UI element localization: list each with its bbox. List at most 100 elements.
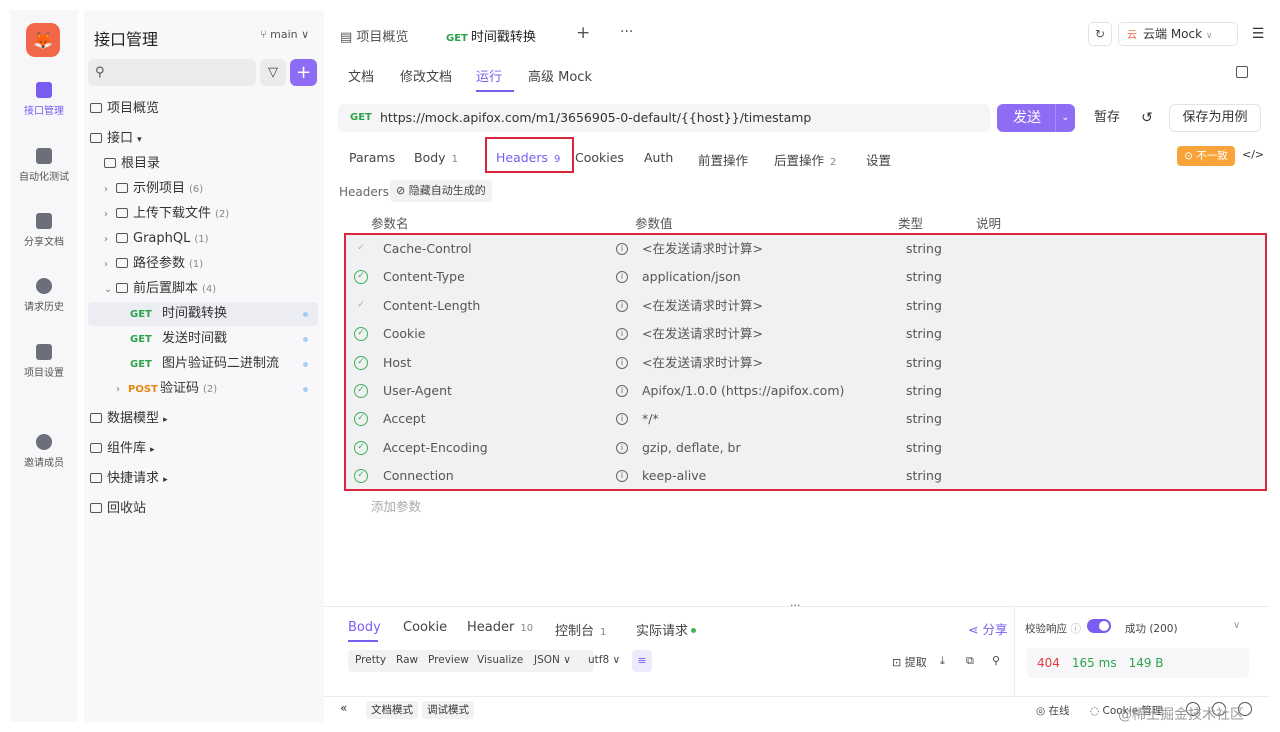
caret-icon: ▸ bbox=[163, 415, 168, 425]
tree-folder-open[interactable]: ⌄ 前后置脚本 (4) bbox=[104, 277, 340, 301]
tab-overview[interactable]: ▤ 项目概览 bbox=[340, 26, 408, 45]
branch-selector[interactable]: ⑂ main ∨ bbox=[260, 28, 309, 41]
response-tab-actual-request[interactable]: 实际请求 bbox=[636, 620, 697, 639]
subtab-run[interactable]: 运行 bbox=[476, 66, 502, 85]
rail-invite-members[interactable]: 邀请成员 bbox=[10, 434, 78, 469]
chevron-right-icon: › bbox=[116, 384, 120, 395]
tree-label: GraphQL bbox=[133, 231, 191, 246]
tab-auth[interactable]: Auth bbox=[644, 150, 673, 165]
rail-api-management[interactable]: 接口管理 bbox=[10, 82, 78, 117]
tree-api-root[interactable]: 接口 ▾ bbox=[90, 127, 326, 151]
search-input[interactable]: ⚲ bbox=[88, 59, 256, 86]
tree-folder[interactable]: › GraphQL (1) bbox=[104, 227, 340, 251]
tree-folder[interactable]: › 路径参数 (1) bbox=[104, 252, 340, 276]
tab-active-endpoint[interactable]: GET 时间戳转换 bbox=[446, 26, 536, 45]
rail-project-settings[interactable]: 项目设置 bbox=[10, 344, 78, 379]
tab-params[interactable]: Params bbox=[349, 150, 395, 165]
rail-automation-test[interactable]: 自动化测试 bbox=[10, 148, 78, 183]
tree-trash[interactable]: 回收站 bbox=[90, 497, 326, 521]
method-badge: GET bbox=[446, 33, 468, 44]
tree-post-folder[interactable]: › POST 验证码 (2) bbox=[88, 377, 318, 401]
copy-icon[interactable]: ⧉ bbox=[966, 654, 974, 668]
tab-pre-processors[interactable]: 前置操作 bbox=[698, 150, 748, 169]
folder-icon bbox=[116, 233, 128, 243]
environment-select[interactable]: 云云端 Mock ∨ bbox=[1118, 22, 1238, 46]
tree-data-models[interactable]: 数据模型 ▸ bbox=[90, 407, 326, 431]
filter-button[interactable]: ▽ bbox=[260, 59, 286, 86]
collapse-sidebar-icon[interactable]: « bbox=[340, 701, 347, 715]
response-tab-cookie[interactable]: Cookie bbox=[403, 620, 447, 635]
panel-toggle-icon[interactable] bbox=[1236, 66, 1248, 78]
main-panel: ▤ 项目概览 GET 时间戳转换 + ··· ↻ 云云端 Mock ∨ ☰ 文档 … bbox=[324, 10, 1270, 722]
response-time: 165 ms bbox=[1071, 656, 1117, 670]
chevron-down-icon[interactable]: ∨ bbox=[1233, 620, 1240, 631]
save-as-case-button[interactable]: 保存为用例 bbox=[1169, 104, 1261, 132]
subtab-doc[interactable]: 文档 bbox=[348, 66, 374, 85]
format-raw[interactable]: Raw bbox=[396, 654, 418, 666]
status-dot bbox=[303, 312, 308, 317]
tab-cookies[interactable]: Cookies bbox=[575, 150, 624, 165]
tree-endpoint-selected[interactable]: GET 时间戳转换 bbox=[88, 302, 318, 326]
wrap-lines-icon[interactable]: ≡ bbox=[632, 650, 652, 672]
add-button[interactable]: + bbox=[290, 59, 317, 86]
online-icon: ◎ bbox=[1036, 705, 1049, 717]
tree-endpoint[interactable]: GET 图片验证码二进制流 bbox=[88, 352, 318, 376]
status-label: 在线 bbox=[1048, 705, 1070, 717]
hide-auto-generated-button[interactable]: ⊘ 隐藏自动生成的 bbox=[390, 180, 492, 202]
add-param-input[interactable]: 添加参数 bbox=[371, 496, 421, 515]
rail-share-docs[interactable]: 分享文档 bbox=[10, 213, 78, 248]
code-icon[interactable]: </> bbox=[1242, 148, 1264, 161]
more-tabs-icon[interactable]: ··· bbox=[620, 24, 633, 40]
tab-post-processors[interactable]: 后置操作 2 bbox=[774, 150, 836, 169]
tree-root-dir[interactable]: 根目录 bbox=[104, 152, 340, 176]
refresh-button[interactable]: ↻ bbox=[1088, 22, 1112, 46]
extract-button[interactable]: ⊡ 提取 bbox=[892, 654, 927, 670]
cloud-icon: 云 bbox=[1127, 30, 1137, 41]
tab-body[interactable]: Body 1 bbox=[414, 150, 458, 165]
share-button[interactable]: ⋖ 分享 bbox=[968, 619, 1007, 638]
drag-handle-icon[interactable]: ··· bbox=[790, 599, 801, 612]
rail-request-history[interactable]: 请求历史 bbox=[10, 278, 78, 313]
tab-label: 控制台 bbox=[555, 624, 595, 639]
response-tab-header[interactable]: Header 10 bbox=[467, 620, 533, 635]
format-preview[interactable]: Preview bbox=[428, 654, 469, 666]
tree-overview[interactable]: 项目概览 bbox=[90, 97, 326, 121]
tree-count: (2) bbox=[215, 209, 230, 220]
validate-response-toggle[interactable] bbox=[1087, 619, 1111, 633]
response-stats: 404 165 ms 149 B bbox=[1027, 648, 1249, 678]
subtab-edit-doc[interactable]: 修改文档 bbox=[400, 66, 452, 85]
response-tab-body[interactable]: Body bbox=[348, 620, 381, 635]
tree-endpoint[interactable]: GET 发送时间戳 bbox=[88, 327, 318, 351]
online-status[interactable]: ◎ 在线 bbox=[1036, 703, 1070, 718]
format-pretty[interactable]: Pretty bbox=[355, 654, 386, 666]
save-draft-button[interactable]: 暂存 bbox=[1084, 104, 1130, 132]
tree-components[interactable]: 组件库 ▸ bbox=[90, 437, 326, 461]
plus-icon: + bbox=[295, 62, 312, 83]
tree-count: (4) bbox=[202, 284, 217, 295]
app-logo[interactable]: 🦊 bbox=[26, 23, 60, 57]
tab-count: 1 bbox=[600, 627, 607, 638]
encoding-select[interactable]: utf8 ∨ bbox=[588, 654, 620, 666]
subtab-advanced-mock[interactable]: 高级 Mock bbox=[528, 66, 592, 85]
chevron-down-icon[interactable]: ⌄ bbox=[1055, 104, 1075, 132]
response-tab-console[interactable]: 控制台 1 bbox=[555, 620, 606, 639]
reset-icon[interactable]: ↺ bbox=[1136, 104, 1158, 132]
url-input[interactable]: GET https://mock.apifox.com/m1/3656905-0… bbox=[338, 104, 990, 132]
doc-mode-button[interactable]: 文档模式 bbox=[366, 701, 418, 719]
new-tab-button[interactable]: + bbox=[576, 23, 590, 43]
chevron-right-icon: › bbox=[104, 209, 108, 220]
inconsistent-badge[interactable]: ⊙ 不一致 bbox=[1177, 146, 1235, 166]
format-visualize[interactable]: Visualize bbox=[477, 654, 523, 666]
search-response-icon[interactable]: ⚲ bbox=[992, 654, 1000, 667]
chevron-down-icon: ∨ bbox=[1205, 31, 1213, 41]
tree-label: 示例项目 bbox=[133, 181, 186, 196]
format-json-select[interactable]: JSON ∨ bbox=[534, 654, 571, 666]
menu-icon[interactable]: ☰ bbox=[1246, 22, 1270, 46]
debug-mode-button[interactable]: 调试模式 bbox=[422, 701, 474, 719]
send-button[interactable]: 发送 ⌄ bbox=[997, 104, 1075, 132]
tab-settings[interactable]: 设置 bbox=[866, 150, 891, 169]
tree-folder[interactable]: › 上传下载文件 (2) bbox=[104, 202, 340, 226]
download-icon[interactable]: ⤓ bbox=[940, 654, 945, 668]
tree-folder[interactable]: › 示例项目 (6) bbox=[104, 177, 340, 201]
tree-quick-requests[interactable]: 快捷请求 ▸ bbox=[90, 467, 326, 491]
